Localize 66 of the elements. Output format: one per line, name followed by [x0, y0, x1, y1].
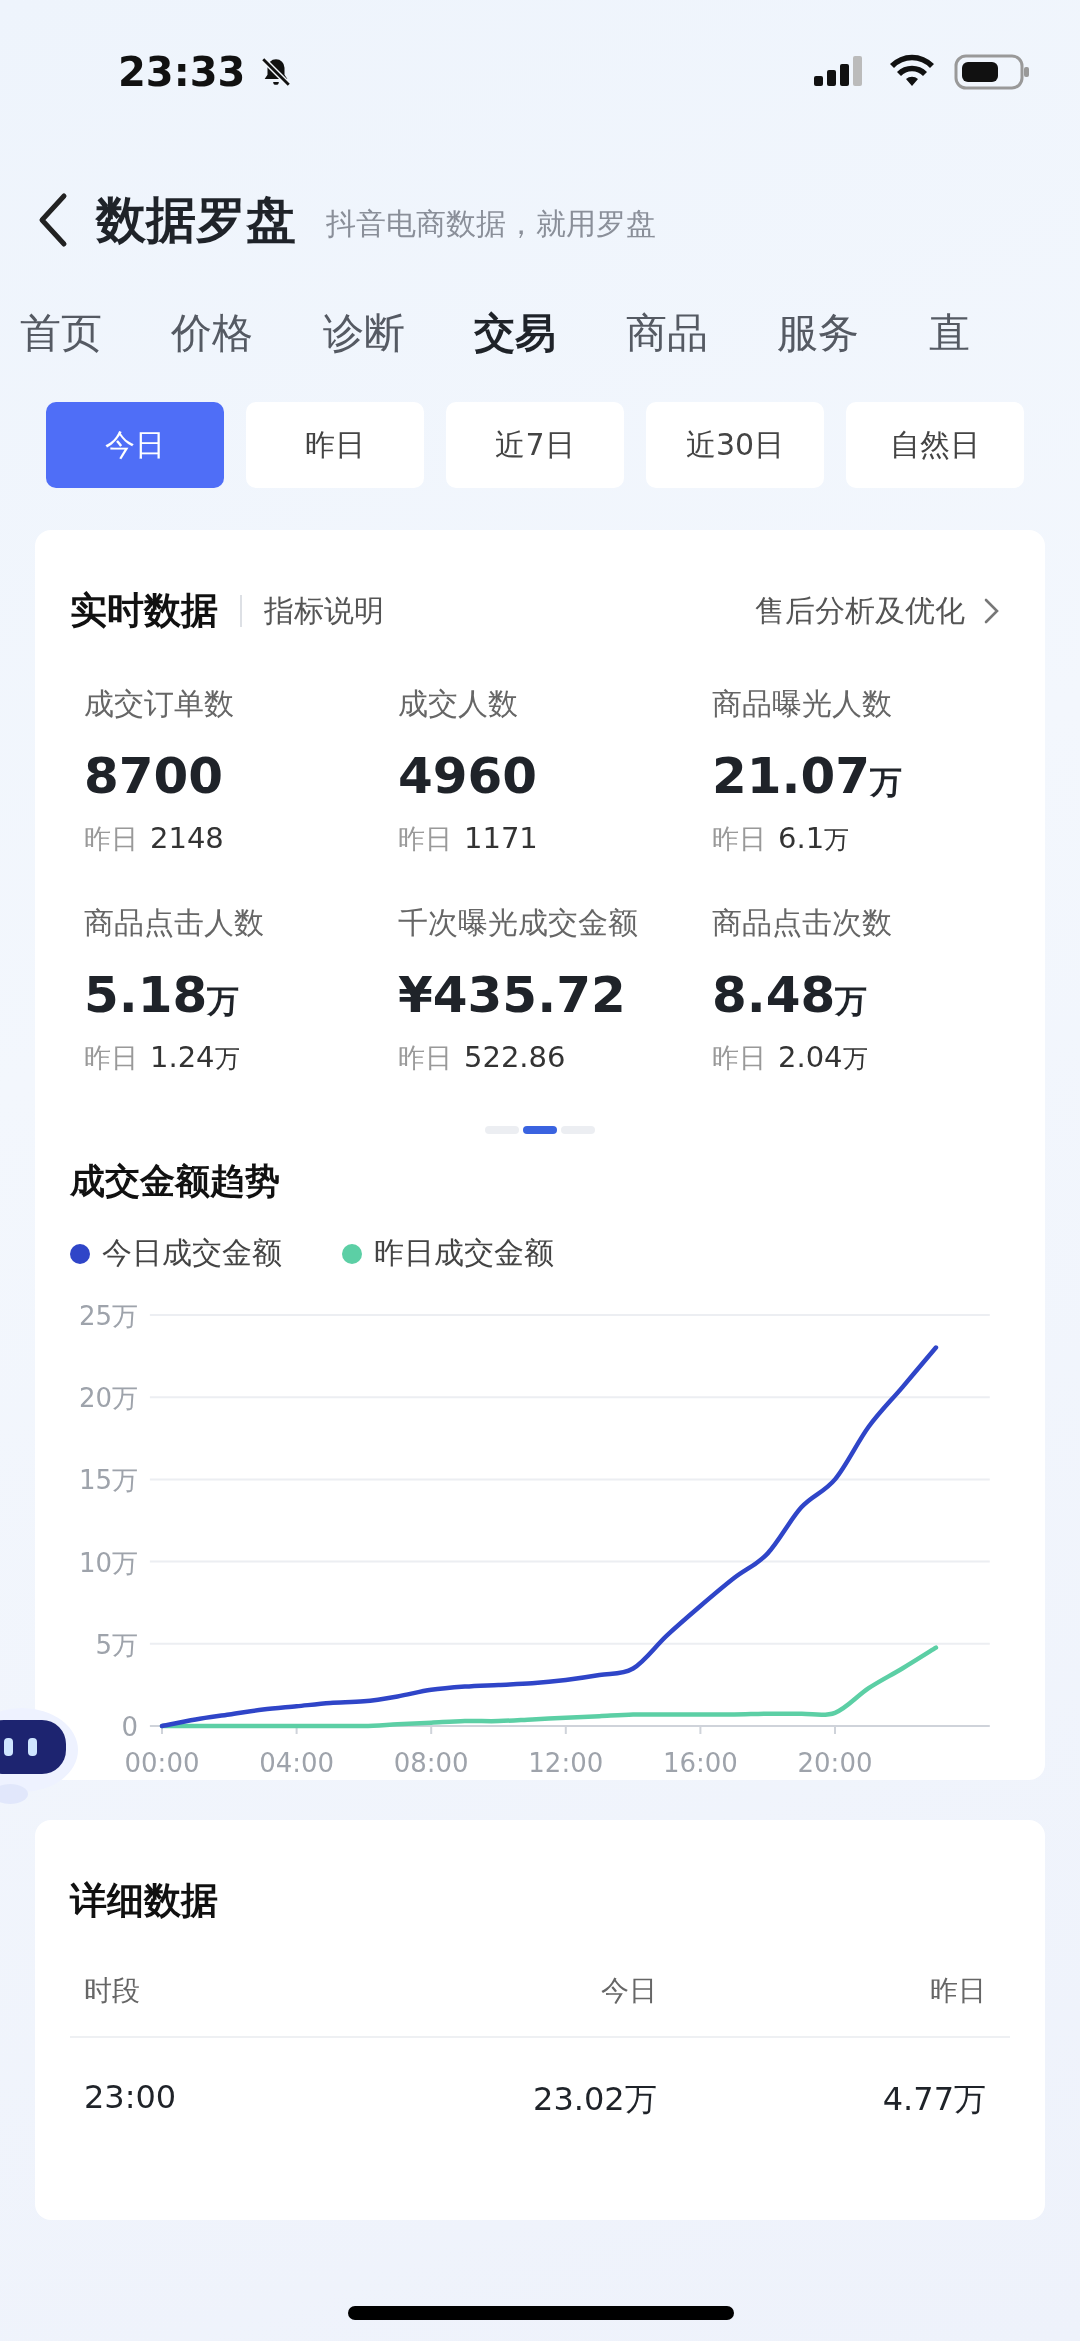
x-axis-label: 00:00: [124, 1748, 200, 1778]
metric-label: 千次曝光成交金额: [398, 904, 639, 942]
table-cell-text: 23:00: [83, 2078, 178, 2118]
metric-value: 4960: [398, 747, 539, 805]
battery-icon: [954, 53, 1030, 91]
y-axis-label: 10万: [78, 1547, 138, 1578]
yesterday-label: 昨日: [398, 822, 452, 856]
y-axis-label: 25万: [78, 1301, 138, 1331]
column-header: 昨日: [929, 1973, 987, 2009]
metric-value: 5.18万: [84, 966, 241, 1024]
metric-label: 商品曝光人数: [712, 685, 893, 723]
yesterday-label: 昨日: [398, 1041, 452, 1075]
metric-label: 商品点击次数: [712, 904, 893, 942]
x-axis-label: 12:00: [528, 1748, 604, 1778]
legend-label: 昨日成交金额: [374, 1234, 554, 1272]
nav-tab[interactable]: 商品: [625, 305, 778, 361]
metric-value: 8700: [84, 747, 225, 805]
yesterday-value: 6.1万: [778, 821, 850, 856]
date-filter-button[interactable]: 近7日: [446, 402, 624, 488]
after-sales-link[interactable]: 售后分析及优化: [755, 590, 1001, 632]
yesterday-value: 2.04万: [778, 1040, 868, 1075]
column-header: 今日: [599, 1973, 658, 2009]
x-axis-label: 16:00: [662, 1748, 738, 1778]
metric-label: 成交人数: [398, 685, 519, 723]
page-title: 数据罗盘: [96, 189, 296, 251]
help-link[interactable]: 指标说明: [264, 590, 384, 632]
section-title: 详细数据: [68, 1878, 219, 1924]
metric-label: 商品点击人数: [84, 904, 265, 942]
y-axis-label: 0: [121, 1712, 138, 1742]
yesterday-value: 2148: [150, 821, 224, 855]
legend-label: 今日成交金额: [102, 1234, 282, 1272]
page-subtitle: 抖音电商数据，就用罗盘: [326, 204, 656, 243]
x-axis-label: 08:00: [393, 1748, 469, 1778]
page-indicator[interactable]: [523, 1126, 557, 1134]
date-filter-button[interactable]: 昨日: [246, 402, 424, 488]
nav-tab[interactable]: 诊断: [322, 305, 475, 361]
chart-title: 成交金额趋势: [69, 1160, 281, 1203]
x-axis-label: 04:00: [259, 1748, 335, 1778]
metric-value: 21.07万: [712, 747, 904, 805]
metric-label: 成交订单数: [84, 685, 235, 723]
table-cell-text: 23.02万: [532, 2079, 658, 2120]
y-axis-label: 15万: [78, 1465, 138, 1496]
x-axis-label: 20:00: [797, 1748, 873, 1778]
nav-tab[interactable]: 首页: [20, 305, 172, 361]
date-filter-button[interactable]: 今日: [46, 402, 224, 488]
metric-value: ¥435.72: [398, 966, 627, 1024]
yesterday-label: 昨日: [712, 822, 766, 856]
nav-tab[interactable]: 交易: [474, 305, 626, 361]
y-axis-label: 20万: [78, 1383, 138, 1414]
nav-tab[interactable]: 服务: [777, 305, 929, 361]
column-header: 时段: [83, 1973, 141, 2009]
nav-tab[interactable]: 价格: [171, 305, 323, 361]
metric-value: 8.48万: [712, 966, 869, 1024]
y-axis-label: 5万: [95, 1629, 138, 1660]
yesterday-value: 1171: [464, 821, 538, 855]
yesterday-label: 昨日: [84, 822, 138, 856]
nav-tab[interactable]: 直: [928, 305, 1080, 361]
yesterday-value: 1.24万: [150, 1040, 240, 1075]
yesterday-label: 昨日: [84, 1041, 138, 1075]
date-filter-button[interactable]: 近30日: [646, 402, 824, 488]
section-title: 实时数据: [70, 588, 218, 634]
yesterday-value: 522.86: [464, 1040, 566, 1074]
clock-time: 23:33: [118, 49, 246, 95]
date-filter-button[interactable]: 自然日: [846, 402, 1024, 488]
yesterday-label: 昨日: [712, 1041, 766, 1075]
table-cell-text: 4.77万: [881, 2079, 987, 2120]
